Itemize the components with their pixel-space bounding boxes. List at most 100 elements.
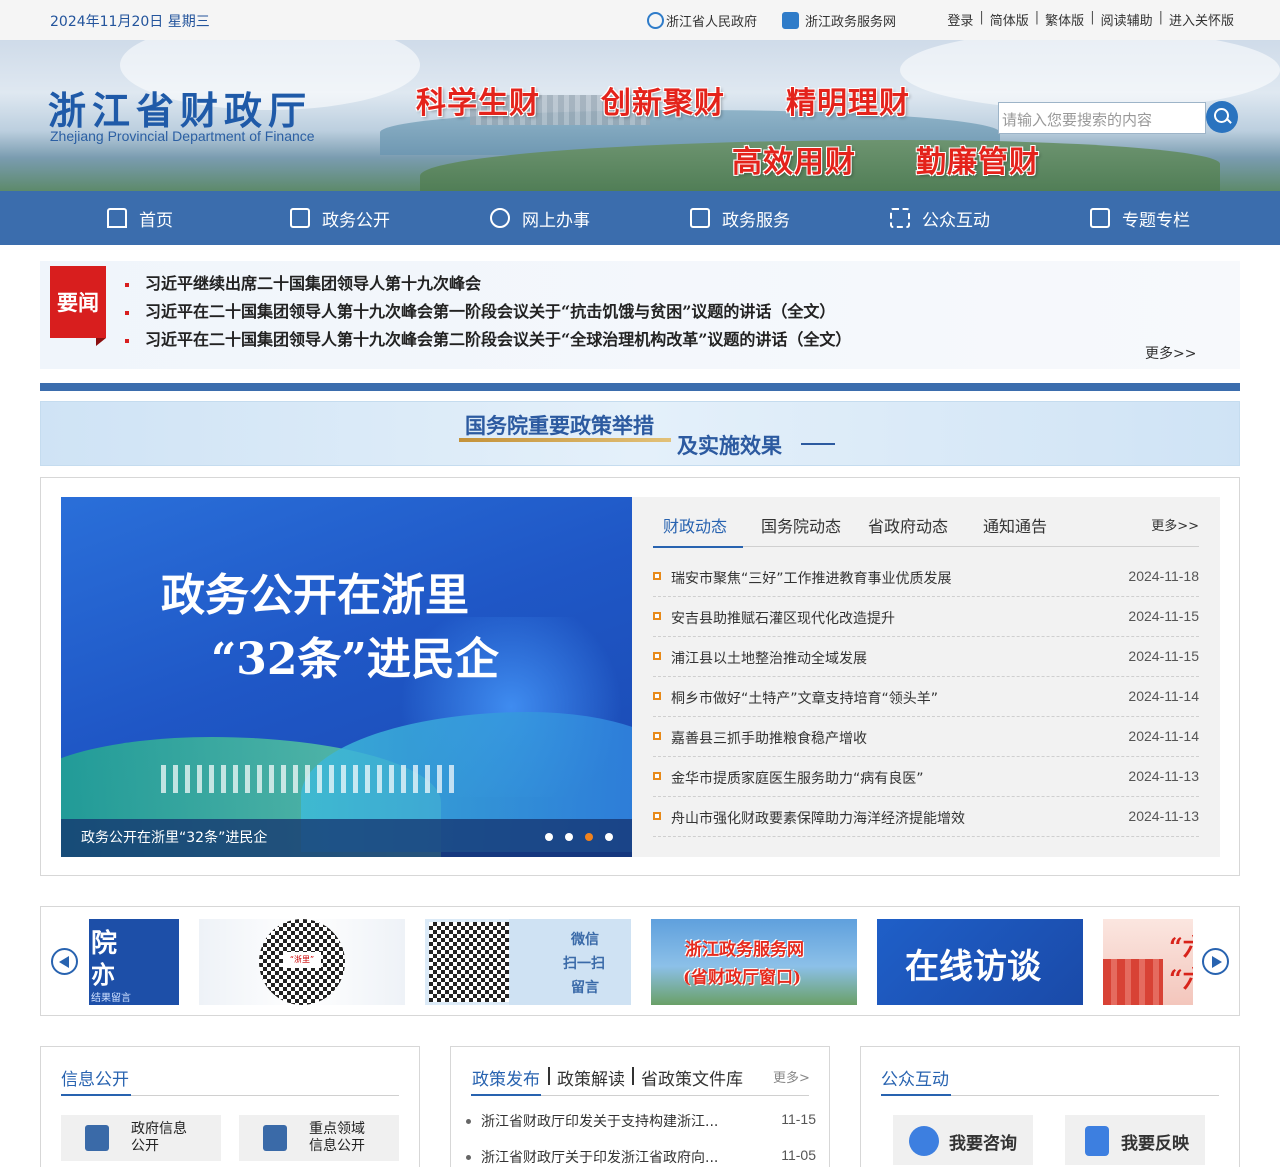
policy-release-box: 政策发布 政策解读 省政策文件库 更多> 浙江省财政厅印发关于支持构建浙江...…: [450, 1046, 830, 1167]
tab-policy-library[interactable]: 省政策文件库: [641, 1065, 743, 1090]
news-row[interactable]: 金华市提质家庭医生服务助力“病有良医” 2024-11-13: [653, 757, 1199, 797]
interaction-heading[interactable]: 公众互动: [881, 1065, 949, 1090]
policy-list: 浙江省财政厅印发关于支持构建浙江... 11-15 浙江省财政厅关于印发浙江省政府…: [466, 1111, 816, 1167]
headline-item[interactable]: 习近平在二十国集团领导人第十九次峰会第二阶段会议关于“全球治理机构改革”议题的讲…: [125, 327, 851, 355]
carousel-skyline: [161, 765, 461, 793]
tab-state-council[interactable]: 国务院动态: [761, 513, 841, 537]
headline-news: 要闻 习近平继续出席二十国集团领导人第十九次峰会 习近平在二十国集团领导人第十九…: [40, 261, 1240, 369]
tool-nav: 登录 | 简体版 | 繁体版 | 阅读辅助 | 进入关怀版: [941, 10, 1240, 29]
info-open-box: 信息公开 政府信息 公开 重点领域 信息公开: [40, 1046, 420, 1167]
headline-item[interactable]: 习近平继续出席二十国集团领导人第十九次峰会: [125, 271, 851, 299]
search-input[interactable]: 请输入您要搜索的内容: [998, 102, 1206, 134]
policy-item[interactable]: 浙江省财政厅关于印发浙江省政府向... 11-05: [466, 1147, 816, 1167]
arrow-right-icon[interactable]: [1202, 948, 1229, 975]
carousel-title-2: “32条”进民企: [211, 634, 499, 685]
slogan: 高效用财: [732, 145, 856, 180]
nav-online-service[interactable]: 网上办事: [440, 191, 640, 245]
carousel[interactable]: 政务公开在浙里 “32条”进民企 政务公开在浙里“32条”进民企: [61, 497, 632, 857]
reading-aid-link[interactable]: 阅读辅助: [1095, 10, 1159, 29]
link-card-service-network[interactable]: 浙江政务服务网 (省财政厅窗口): [651, 919, 857, 1005]
handshake-icon: [490, 208, 510, 228]
traditional-link[interactable]: 繁体版: [1039, 10, 1090, 29]
top-bar: 2024年11月20日 星期三 浙江省人民政府 浙江政务服务网 登录 | 简体版 |…: [0, 0, 1280, 40]
banner-cloud: [900, 40, 1280, 110]
site-logo-en: Zhejiang Provincial Department of Financ…: [50, 128, 315, 144]
gov-info-open-button[interactable]: 政府信息 公开: [61, 1115, 221, 1161]
carousel-dots: [545, 833, 625, 841]
news-row[interactable]: 舟山市强化财政要素保障助力海洋经济提能增效 2024-11-13: [653, 797, 1199, 837]
tab-provincial-gov[interactable]: 省政府动态: [868, 513, 948, 537]
arrow-left-icon[interactable]: [51, 948, 78, 975]
news-tabs: 财政动态 国务院动态 省政府动态 通知通告 更多>>: [652, 497, 1199, 548]
news-row[interactable]: 瑞安市聚焦“三好”工作推进教育事业优质发展 2024-11-18: [653, 557, 1199, 597]
heading-underline: [61, 1094, 399, 1096]
consult-button[interactable]: 我要咨询: [893, 1115, 1033, 1165]
link-zhejiang-gov[interactable]: 浙江省人民政府: [647, 11, 757, 30]
home-icon: [107, 208, 127, 228]
news-row[interactable]: 嘉善县三抓手助推粮食稳产增收 2024-11-14: [653, 717, 1199, 757]
tab-separator: [632, 1067, 634, 1085]
nav-special-topics[interactable]: 专题专栏: [1040, 191, 1240, 245]
simplified-link[interactable]: 简体版: [984, 10, 1035, 29]
carousel-dot[interactable]: [605, 833, 613, 841]
news-row[interactable]: 桐乡市做好“土特产”文章支持培育“领头羊” 2024-11-14: [653, 677, 1199, 717]
tab-policy-interpretation[interactable]: 政策解读: [557, 1065, 625, 1090]
nav-public-interaction[interactable]: 公众互动: [840, 191, 1040, 245]
public-interaction-box: 公众互动 我要咨询 我要反映: [860, 1046, 1240, 1167]
bullet-icon: [466, 1155, 471, 1160]
headline-item[interactable]: 习近平在二十国集团领导人第十九次峰会第一阶段会议关于“抗击饥饿与贫困”议题的讲话…: [125, 299, 851, 327]
nav-home[interactable]: 首页: [40, 191, 240, 245]
link-zhejiang-service[interactable]: 浙江政务服务网: [782, 11, 896, 30]
divider: [40, 383, 1240, 391]
qr-label: “浙里”: [283, 952, 321, 968]
nav-gov-service[interactable]: 政务服务: [640, 191, 840, 245]
header-banner: 浙江省财政厅 Zhejiang Provincial Department of…: [0, 40, 1280, 191]
link-card-online-interview[interactable]: 在线访谈: [877, 919, 1083, 1005]
policy-more-link[interactable]: 更多>: [773, 1067, 810, 1086]
list-icon: [1090, 208, 1110, 228]
site-logo[interactable]: 浙江省财政厅: [48, 80, 312, 135]
link-card-qr-app[interactable]: “浙里”: [199, 919, 405, 1005]
news-list: 瑞安市聚焦“三好”工作推进教育事业优质发展 2024-11-18 安吉县助推赋石灌…: [653, 557, 1199, 837]
nav-gov-open[interactable]: 政务公开: [240, 191, 440, 245]
policy-banner-dash: [801, 443, 835, 445]
bullet-icon: [653, 612, 661, 620]
news-row[interactable]: 浦江县以土地整治推动全域发展 2024-11-15: [653, 637, 1199, 677]
chat-icon: [909, 1126, 939, 1156]
tab-policy-release[interactable]: 政策发布: [472, 1065, 540, 1090]
bullet-icon: [653, 812, 661, 820]
bullet-icon: [653, 652, 661, 660]
carousel-dot[interactable]: [545, 833, 553, 841]
search-icon[interactable]: [1206, 101, 1238, 133]
feedback-icon: [1085, 1126, 1109, 1156]
tab-notices[interactable]: 通知通告: [983, 513, 1047, 537]
link-carousel: 院 亦 结果留言 “浙里” 微信 扫一扫 留言 浙江政务服务网 (省财政厅窗口)…: [40, 906, 1240, 1016]
news-row[interactable]: 安吉县助推赋石灌区现代化改造提升 2024-11-15: [653, 597, 1199, 637]
policy-banner[interactable]: 国务院重要政策举措 及实施效果: [40, 401, 1240, 466]
slogan: 科学生财: [416, 86, 540, 121]
check-document-icon: [263, 1125, 287, 1151]
document-icon: [690, 208, 710, 228]
news-more-link[interactable]: 更多>>: [1151, 515, 1199, 534]
interaction-icon: [890, 208, 910, 228]
info-open-heading[interactable]: 信息公开: [61, 1065, 129, 1090]
login-link[interactable]: 登录: [941, 10, 979, 29]
card-buildings: [1103, 959, 1163, 1005]
feedback-button[interactable]: 我要反映: [1065, 1115, 1205, 1165]
link-card-wechat[interactable]: 微信 扫一扫 留言: [425, 919, 631, 1005]
link-card-message[interactable]: 院 亦 结果留言: [89, 919, 179, 1005]
link-card-special[interactable]: “六 “六: [1103, 919, 1193, 1005]
main-nav: 首页 政务公开 网上办事 政务服务 公众互动 专题专栏: [0, 191, 1280, 245]
care-mode-link[interactable]: 进入关怀版: [1163, 10, 1240, 29]
carousel-dot[interactable]: [565, 833, 573, 841]
policy-item[interactable]: 浙江省财政厅印发关于支持构建浙江... 11-15: [466, 1111, 816, 1147]
zhejiang-gov-icon: [647, 12, 664, 29]
bullet-icon: [653, 772, 661, 780]
tab-finance-news[interactable]: 财政动态: [652, 513, 744, 548]
carousel-dot-active[interactable]: [585, 833, 593, 841]
policy-banner-subtitle: 及实施效果: [677, 433, 782, 458]
news-panel: 财政动态 国务院动态 省政府动态 通知通告 更多>> 瑞安市聚焦“三好”工作推进…: [632, 497, 1220, 857]
key-field-info-button[interactable]: 重点领域 信息公开: [239, 1115, 399, 1161]
wechat-qr-icon: [429, 922, 509, 1002]
headline-more-link[interactable]: 更多>>: [1145, 343, 1196, 363]
